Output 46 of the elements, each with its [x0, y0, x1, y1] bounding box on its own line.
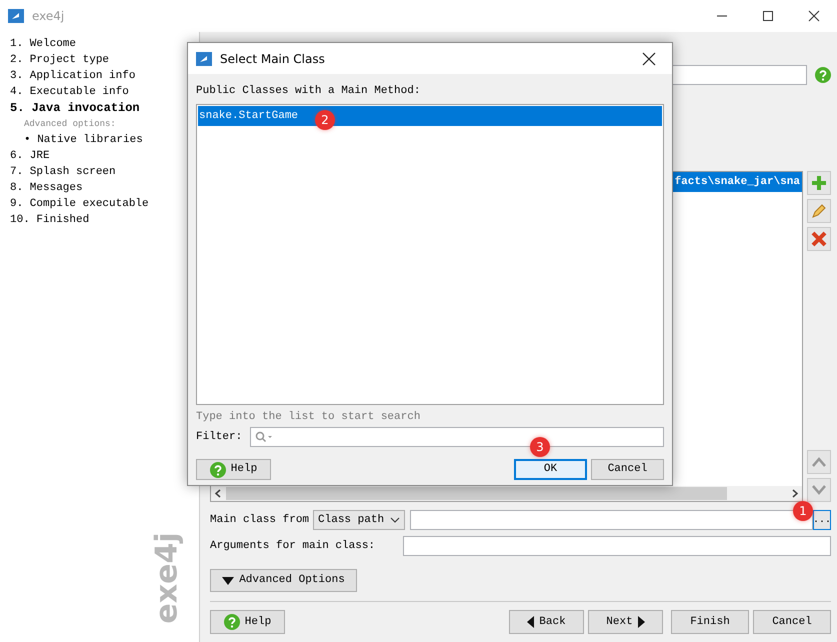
close-icon[interactable] — [642, 52, 656, 66]
logo-text: exe4j — [150, 532, 186, 624]
help-icon — [224, 614, 240, 630]
search-icon — [255, 431, 274, 443]
add-button[interactable] — [807, 171, 831, 195]
pencil-icon — [811, 203, 827, 219]
plus-icon — [811, 175, 827, 191]
finish-button[interactable]: Finish — [671, 610, 749, 634]
source-dropdown[interactable]: Class path — [313, 510, 406, 530]
close-icon[interactable] — [808, 10, 820, 22]
chevron-down-icon — [811, 484, 827, 496]
horizontal-scrollbar[interactable] — [211, 486, 802, 501]
section-label: Advanced options: — [23, 118, 117, 131]
next-button[interactable]: Next — [588, 610, 663, 634]
ok-button[interactable]: OK — [514, 459, 587, 480]
help-icon — [815, 67, 831, 83]
help-icon — [210, 462, 226, 478]
edit-button[interactable] — [807, 199, 831, 223]
window-title: exe4j — [32, 8, 64, 25]
field-label: Main class from — [210, 512, 310, 528]
move-up-button[interactable] — [807, 450, 831, 474]
hint-text: Type into the list to start search — [196, 410, 422, 424]
move-down-button[interactable] — [807, 478, 831, 502]
step-marker: 3 — [530, 437, 550, 457]
field-label: Filter: — [196, 430, 242, 445]
field-label: Arguments for main class: — [210, 538, 376, 554]
triangle-left-icon — [527, 616, 534, 628]
help-button[interactable]: Help — [210, 610, 285, 634]
arguments-field[interactable] — [403, 536, 831, 556]
triangle-down-icon — [222, 576, 234, 584]
app-icon — [8, 9, 24, 23]
cancel-button[interactable]: Cancel — [591, 459, 664, 480]
app-icon — [196, 52, 212, 66]
browse-button[interactable]: ... — [813, 510, 831, 530]
chevron-down-icon — [390, 516, 400, 524]
cross-icon — [811, 231, 827, 247]
triangle-right-icon — [638, 616, 645, 628]
dialog-title: Select Main Class — [220, 50, 326, 68]
help-button[interactable]: Help — [196, 459, 271, 480]
maximize-icon[interactable] — [762, 10, 774, 22]
cancel-button[interactable]: Cancel — [753, 610, 831, 634]
chevron-up-icon — [811, 456, 827, 468]
list-label: Public Classes with a Main Method: — [196, 84, 422, 99]
remove-button[interactable] — [807, 227, 831, 251]
back-button[interactable]: Back — [509, 610, 584, 634]
advanced-options-button[interactable]: Advanced Options — [210, 569, 357, 592]
